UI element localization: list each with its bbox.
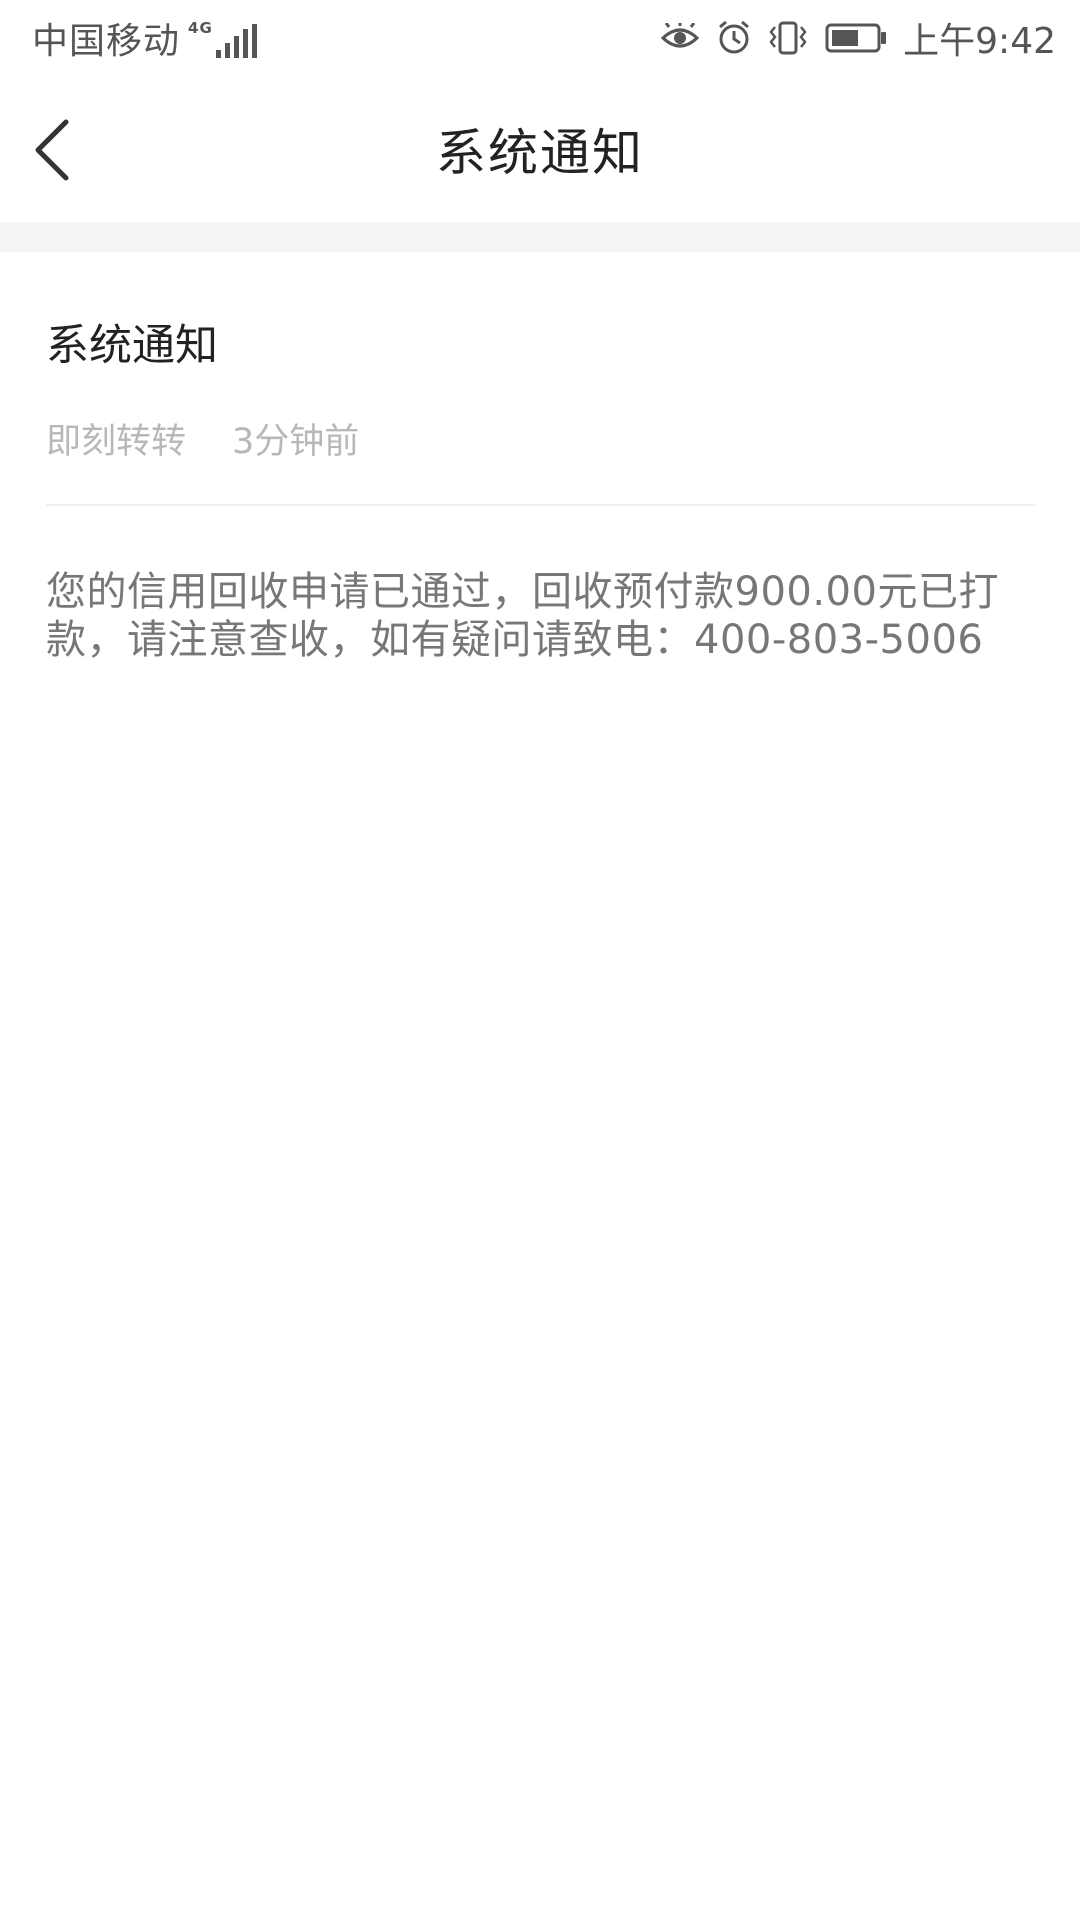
carrier-name: 中国移动 [32,21,181,62]
section-separator [0,222,1080,252]
nav-bar: 系统通知 [0,76,1080,222]
back-button[interactable] [32,102,132,198]
network-type: 4G [188,19,213,37]
status-bar: 中国移动 4G 上午9:42 [0,0,1080,76]
chevron-left-icon [35,119,69,181]
notice-body: 您的信用回收申请已通过，回收预付款900.00元已打款，请注意查收，如有疑问请致… [46,569,999,663]
status-right: 上午9:42 [643,12,1056,64]
notice-meta: 即刻转转 3分钟前 [46,420,1036,464]
notice-title: 系统通知 [46,321,218,371]
eye-icon [661,23,700,53]
signal-bars-icon [215,24,257,58]
signal-indicator: 4G [188,18,257,58]
battery-icon [825,23,887,53]
notice-card: 系统通知 即刻转转 3分钟前 您的信用回收申请已通过，回收预付款900.00元已… [46,252,1036,664]
clock-time: 上午9:42 [903,21,1056,62]
status-left: 中国移动 4G [32,12,257,64]
page-title: 系统通知 [436,124,644,182]
notification-detail-page: 中国移动 4G 上午9:42 系统通知 系统通知 即刻转转 3分钟前 您的信用回… [0,0,1080,1920]
divider [46,504,1036,506]
notice-time: 3分钟前 [232,422,360,462]
alarm-icon [717,21,751,55]
notice-sender: 即刻转转 [46,422,187,462]
vibrate-icon [769,21,807,55]
